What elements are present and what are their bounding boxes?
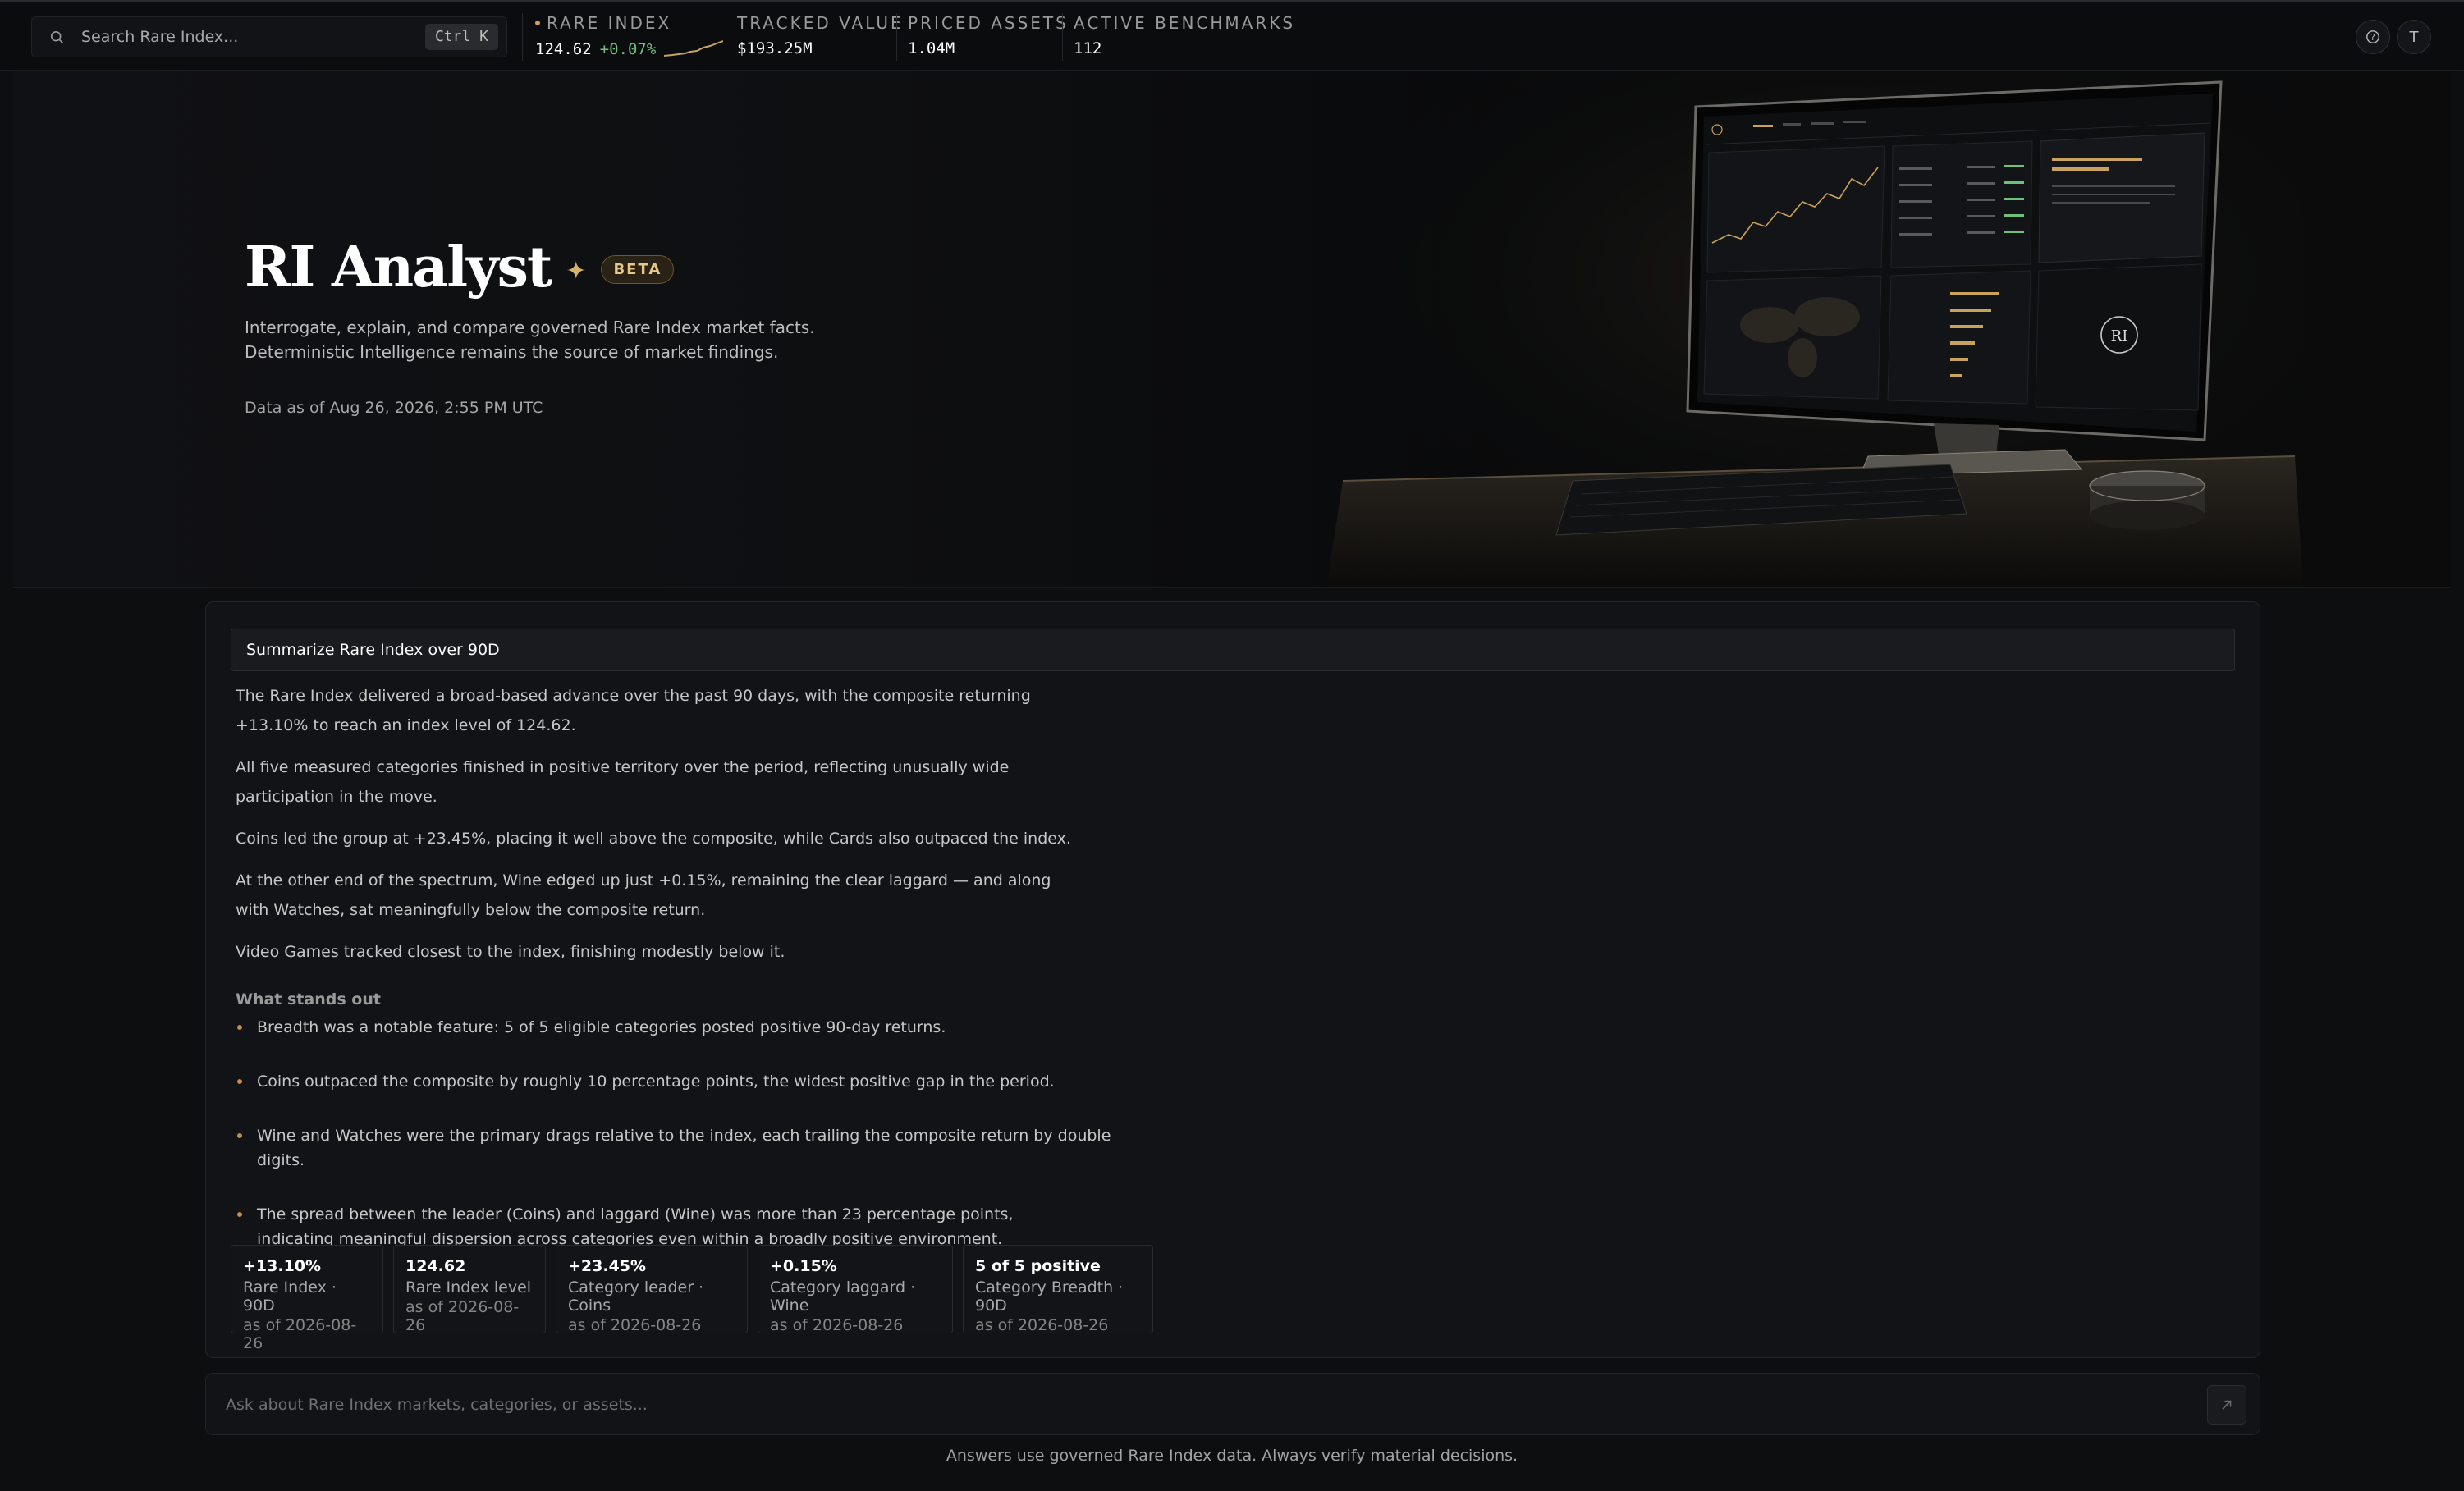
hero-desk-monitor-image: RI [1326, 71, 2303, 587]
metric-cards: +13.10% Rare Index · 90D as of 2026-08-2… [231, 1245, 1153, 1352]
metric-label: Rare Index · 90D [243, 1278, 337, 1315]
answer-card: Summarize Rare Index over 90D The Rare I… [205, 601, 2260, 1358]
list-item: Breadth was a notable feature: 5 of 5 el… [236, 1015, 1122, 1040]
search-icon [50, 30, 64, 44]
page-title: RI Analyst [245, 235, 552, 300]
metric-card: +23.45% Category leader · Coins as of 20… [556, 1245, 748, 1334]
metric-as-of: as of 2026-08-26 [975, 1316, 1109, 1334]
metric-value: 124.62 [405, 1257, 466, 1275]
avatar-initial: T [2409, 28, 2419, 46]
send-arrow-icon [2222, 1400, 2232, 1410]
data-as-of: Data as of Aug 26, 2026, 2:55 PM UTC [245, 399, 543, 417]
hero-subtitle: Interrogate, explain, and compare govern… [245, 315, 868, 364]
list-item: Wine and Watches were the primary drags … [236, 1123, 1122, 1173]
ticker-label: ACTIVE BENCHMARKS [1074, 13, 1296, 33]
metric-value: +0.15% [770, 1257, 837, 1275]
ticker-label: RARE INDEX [547, 13, 672, 33]
search-input[interactable] [81, 25, 442, 48]
ticker-change: +0.07% [599, 40, 657, 58]
ask-input[interactable] [226, 1392, 2114, 1418]
sparkle-icon: ✦ [566, 256, 587, 286]
svg-text:?: ? [2370, 32, 2375, 43]
search-box[interactable]: Ctrl K [31, 16, 507, 57]
metric-card: 5 of 5 positive Category Breadth · 90D a… [963, 1245, 1153, 1334]
metric-as-of: as of 2026-08-26 [770, 1316, 904, 1334]
user-query: Summarize Rare Index over 90D [231, 629, 2235, 671]
help-circle-icon: ? [2366, 30, 2379, 43]
send-button[interactable] [2207, 1385, 2246, 1425]
disclaimer: Answers use governed Rare Index data. Al… [946, 1447, 1518, 1465]
metric-as-of: as of 2026-08-26 [243, 1316, 357, 1352]
metric-card: 124.62 Rare Index level as of 2026-08-26 [393, 1245, 546, 1334]
ticker-label: PRICED ASSETS [908, 13, 1069, 33]
metric-value: +13.10% [243, 1257, 322, 1275]
stands-out-heading: What stands out [236, 990, 381, 1008]
hero-subtitle-line: Interrogate, explain, and compare govern… [245, 318, 815, 337]
ticker-active-benchmarks: ACTIVE BENCHMARKS 112 [1074, 13, 1295, 57]
metric-card: +13.10% Rare Index · 90D as of 2026-08-2… [231, 1245, 383, 1352]
metric-card: +0.15% Category laggard · Wine as of 202… [758, 1245, 953, 1334]
metric-as-of: as of 2026-08-26 [568, 1316, 702, 1334]
metric-label: Category Breadth · 90D [975, 1278, 1124, 1315]
metric-label: Category leader · Coins [568, 1278, 704, 1315]
hero-banner: RI RI Analyst ✦ BETA Interrogate, explai… [13, 71, 2451, 588]
metric-label: Category laggard · Wine [770, 1278, 916, 1315]
hero-subtitle-line: Deterministic Intelligence remains the s… [245, 342, 779, 362]
list-item: The spread between the leader (Coins) an… [236, 1202, 1024, 1251]
help-button[interactable]: ? [2356, 20, 2390, 54]
svg-text:RI: RI [2111, 327, 2128, 345]
answer-paragraph: At the other end of the spectrum, Wine e… [236, 871, 1051, 919]
stands-out-list: Breadth was a notable feature: 5 of 5 el… [236, 1015, 1122, 1281]
ticker-rare-index: RARE INDEX 124.62 +0.07% [535, 13, 724, 59]
metric-value: +23.45% [568, 1257, 647, 1275]
sparkline-icon [664, 40, 724, 57]
live-dot-icon [535, 21, 540, 25]
user-avatar-button[interactable]: T [2397, 20, 2431, 54]
metric-as-of: as of 2026-08-26 [405, 1298, 520, 1334]
metric-value: 5 of 5 positive [975, 1257, 1101, 1275]
answer-paragraph: Coins led the group at +23.45%, placing … [236, 830, 1071, 848]
ticker-value: 112 [1074, 39, 1102, 57]
answer-paragraph: Video Games tracked closest to the index… [236, 943, 785, 961]
ticker-value: 1.04M [908, 39, 955, 57]
answer-paragraph: The Rare Index delivered a broad-based a… [236, 687, 1031, 734]
metric-label: Rare Index level [405, 1278, 532, 1297]
ticker-value: 124.62 [535, 40, 592, 58]
ticker-tracked-value: TRACKED VALUE $193.25M [737, 13, 904, 57]
ticker-label: TRACKED VALUE [737, 13, 904, 33]
ticker-priced-assets: PRICED ASSETS 1.04M [908, 13, 1069, 57]
ticker-value: $193.25M [737, 39, 813, 57]
hero-title-row: RI Analyst ✦ BETA [245, 235, 675, 300]
beta-badge: BETA [601, 254, 675, 284]
ask-box[interactable] [205, 1373, 2260, 1435]
top-bar: Ctrl K RARE INDEX 124.62 +0.07% TRACKED … [0, 0, 2464, 71]
answer-paragraph: All five measured categories finished in… [236, 758, 1010, 806]
list-item: Coins outpaced the composite by roughly … [236, 1069, 1122, 1094]
search-shortcut-hint: Ctrl K [424, 24, 498, 50]
